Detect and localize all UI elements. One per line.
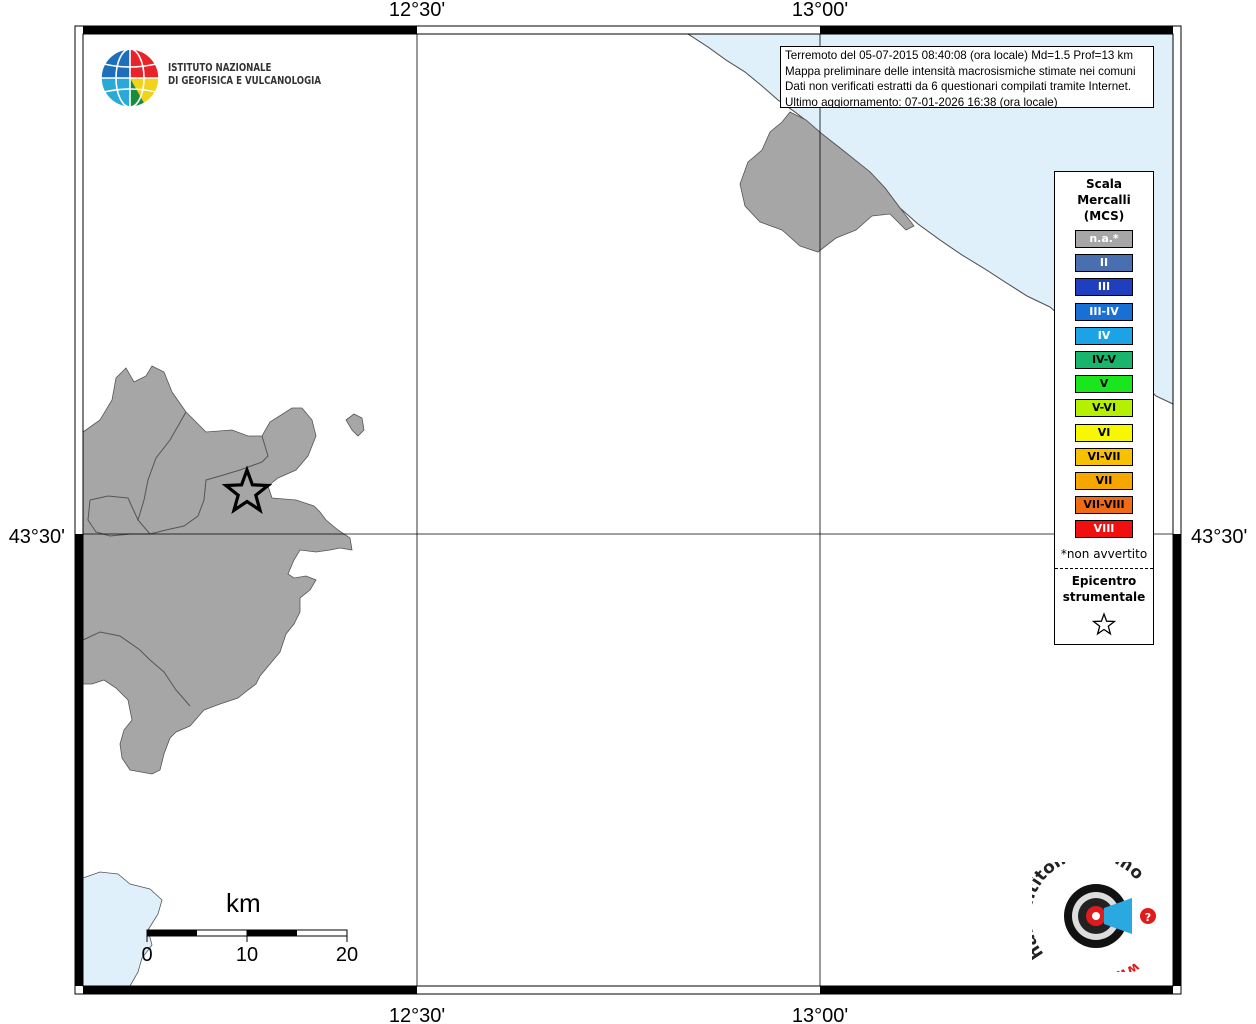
land-commune-west-main [82, 365, 353, 775]
ingv-name: ISTITUTO NAZIONALE DI GEOFISICA E VULCAN… [168, 62, 321, 88]
legend-item-9: VI-VII [1075, 447, 1133, 466]
haisentito-logo: ? haisentitoilterremoto.it www. [1016, 843, 1164, 984]
right-label-4330: 43°30' [1191, 526, 1247, 548]
legend-item-0: n.a.* [1075, 230, 1133, 248]
scale-tick-10: 10 [235, 944, 259, 966]
info-line-last-update: Ultimo aggiornamento: 07-01-2026 16:38 (… [785, 95, 1058, 108]
sea-bottom-left [82, 871, 163, 987]
scale-tick-0: 0 [141, 944, 153, 966]
legend-item-7: V-VI [1075, 399, 1133, 418]
info-line-event: Terremoto del 05-07-2015 08:40:08 (ora l… [785, 49, 1134, 62]
top-label-1300: 13°00' [792, 0, 848, 21]
haisentito-www: www. [1097, 959, 1142, 984]
info-line-description: Mappa preliminare delle intensità macros… [785, 64, 1136, 78]
svg-text:www.: www. [1097, 959, 1142, 972]
bottom-label-1300: 13°00' [792, 1005, 848, 1024]
legend-item-5: IV-V [1075, 351, 1133, 369]
legend-title: Scala Mercalli (MCS) [1055, 176, 1153, 224]
legend-item-3: III-IV [1075, 302, 1133, 321]
legend-epicenter-line2: strumentale [1062, 590, 1146, 604]
land-islet [345, 413, 365, 437]
scale-unit-label: km [226, 888, 261, 918]
globe-icon [100, 48, 160, 108]
legend-item-10: VII [1075, 472, 1133, 490]
event-info-box: Terremoto del 05-07-2015 08:40:08 (ora l… [780, 46, 1154, 108]
scale-bar [146, 929, 348, 942]
legend-epicenter-label: Epicentro strumentale [1055, 573, 1153, 605]
legend-item-8: VI [1075, 423, 1133, 442]
ingv-name-line2: DI GEOFISICA E VULCANOLOGIA [168, 75, 322, 87]
svg-text:?: ? [1145, 911, 1151, 924]
ingv-name-line1: ISTITUTO NAZIONALE [168, 62, 272, 74]
legend-item-1: II [1075, 254, 1133, 273]
legend-title-line2: Mercalli [1077, 193, 1131, 207]
legend-item-11: VII-VIII [1075, 496, 1133, 515]
left-label-4330: 43°30' [9, 526, 65, 548]
scale-tick-20: 20 [335, 944, 359, 966]
legend-title-line3: (MCS) [1083, 209, 1125, 223]
legend-title-line1: Scala [1085, 177, 1123, 191]
legend-epicenter-line1: Epicentro [1071, 574, 1137, 588]
legend-separator [1055, 568, 1153, 569]
legend-item-12: VIII [1075, 520, 1133, 539]
legend-item-6: V [1075, 375, 1133, 394]
ingv-logo: ISTITUTO NAZIONALE DI GEOFISICA E VULCAN… [100, 48, 321, 110]
legend-item-2: III [1075, 278, 1133, 297]
top-label-1230: 12°30' [389, 0, 445, 21]
info-line-data-source: Dati non verificati estratti da 6 questi… [785, 80, 1132, 93]
radar-icon: ? haisentitoilterremoto.it www. [1016, 843, 1156, 984]
bottom-label-1230: 12°30' [389, 1005, 445, 1024]
legend-note: *non avvertito [1060, 547, 1148, 561]
mcs-legend: Scala Mercalli (MCS) n.a.* II III III-IV IV I… [1054, 171, 1154, 645]
legend-item-4: IV [1075, 326, 1133, 345]
star-icon [1091, 612, 1117, 636]
